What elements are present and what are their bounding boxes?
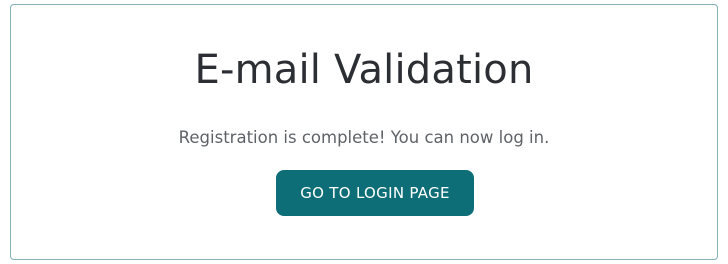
page-title: E-mail Validation [194,47,534,93]
registration-complete-message: Registration is complete! You can now lo… [178,128,550,147]
go-to-login-button[interactable]: GO TO LOGIN PAGE [276,170,474,216]
validation-card: E-mail Validation Registration is comple… [10,4,718,260]
